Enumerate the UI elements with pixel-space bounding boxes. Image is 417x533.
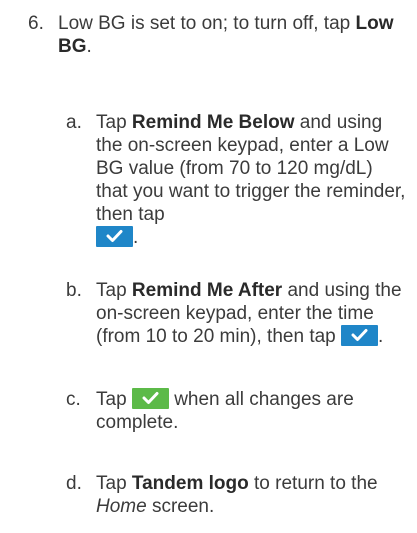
substep-letter: c.: [66, 389, 81, 410]
step-text-before: Low BG is set to on; to turn off, tap: [58, 13, 351, 34]
check-button-green-icon: [131, 388, 169, 409]
substep-letter: d.: [66, 473, 82, 494]
check-button-blue-icon: [341, 325, 379, 346]
substep-b: b. Tap Remind Me After and using the on-…: [66, 279, 406, 348]
check-button-blue-icon: [96, 226, 133, 247]
home-screen-label: Home: [96, 496, 147, 517]
substep-text: Tap when all changes are complete.: [96, 388, 354, 433]
step-text: Low BG is set to on; to turn off, tap Lo…: [58, 13, 394, 57]
tandem-logo-label: Tandem logo: [131, 473, 249, 494]
substep-text: Tap Tandem logo to return to the Home sc…: [96, 473, 378, 517]
remind-me-after-label: Remind Me After: [131, 280, 283, 301]
substep-letter: a.: [66, 112, 82, 133]
substep-letter: b.: [66, 280, 82, 301]
step-number: 6.: [28, 13, 44, 34]
substep-text: Tap Remind Me Below and using the on-scr…: [96, 112, 406, 248]
substep-text: Tap Remind Me After and using the on-scr…: [96, 280, 402, 347]
substep-a: a. Tap Remind Me Below and using the on-…: [66, 111, 406, 249]
substep-c: c. Tap when all changes are complete.: [66, 388, 406, 434]
step-6: 6. Low BG is set to on; to turn off, tap…: [28, 12, 408, 58]
substep-d: d. Tap Tandem logo to return to the Home…: [66, 472, 406, 518]
remind-me-below-label: Remind Me Below: [131, 112, 295, 133]
